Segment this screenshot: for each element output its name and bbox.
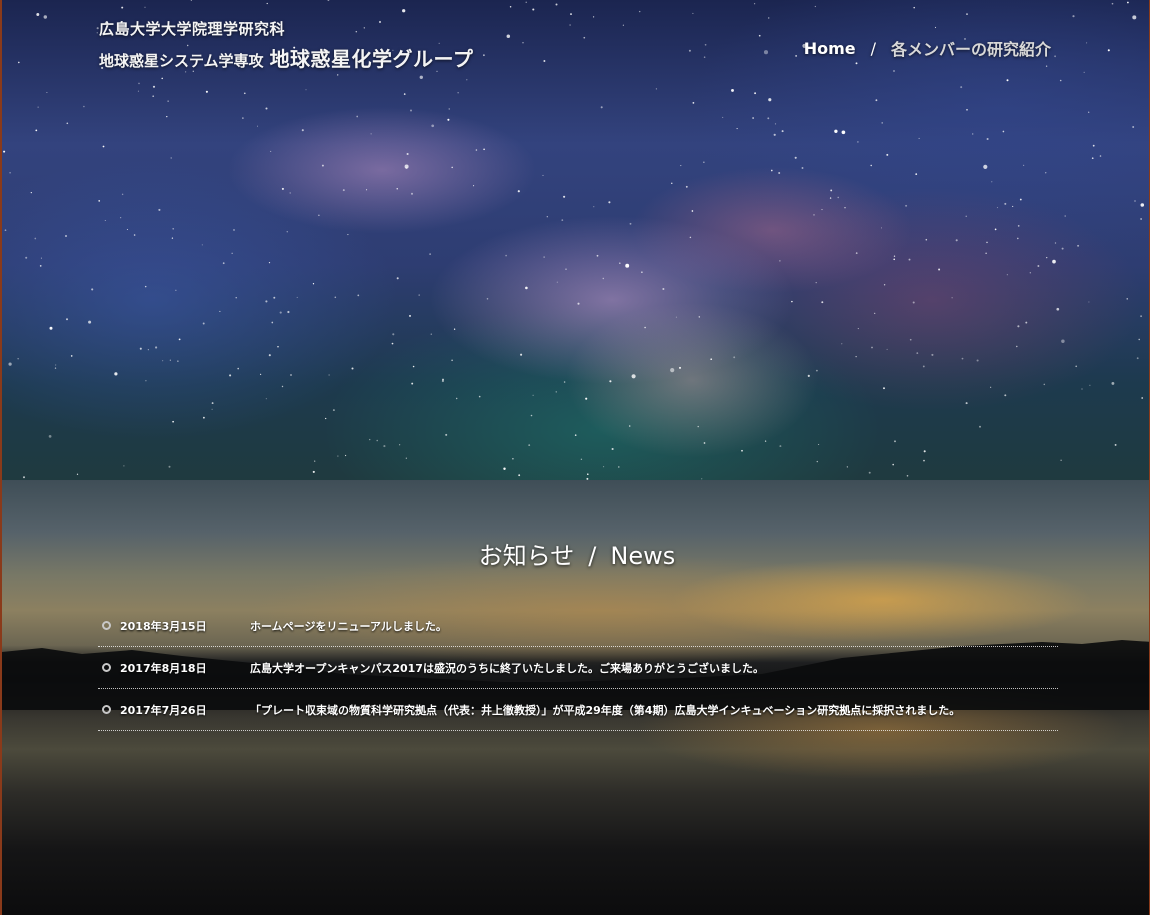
group-name-title: 地球惑星化学グループ — [269, 47, 474, 71]
news-list: 2018年3月15日 ホームページをリニューアルしました。 2017年8月18日… — [98, 605, 1058, 731]
news-text-link[interactable]: 「プレート収束域の物質科学研究拠点（代表：井上徹教授）」が平成29年度（第4期）… — [250, 702, 1058, 718]
stars-layer — [3, 0, 1145, 480]
news-date: 2017年8月18日 — [120, 661, 207, 675]
news-title-en: News — [610, 542, 676, 570]
bullet-circle-icon — [102, 621, 111, 630]
news-section-title: お知らせ / News — [2, 536, 1149, 571]
news-title-ja: お知らせ — [478, 542, 575, 570]
news-date: 2018年3月15日 — [120, 619, 207, 633]
news-item: 2017年8月18日 広島大学オープンキャンパス2017は盛況のうちに終了いたし… — [98, 647, 1058, 689]
page: 広島大学大学院理学研究科 地球惑星システム学専攻 地球惑星化学グループ Home … — [0, 0, 1150, 915]
news-item: 2018年3月15日 ホームページをリニューアルしました。 — [98, 605, 1058, 647]
site-brand[interactable]: 広島大学大学院理学研究科 地球惑星システム学専攻 地球惑星化学グループ — [99, 18, 473, 72]
news-title-separator: / — [588, 542, 597, 570]
university-dept-label: 広島大学大学院理学研究科 — [99, 20, 286, 38]
news-date: 2017年7月26日 — [120, 703, 207, 717]
nav-home-link[interactable]: Home — [804, 39, 856, 58]
news-text-link[interactable]: ホームページをリニューアルしました。 — [250, 618, 1058, 634]
bullet-circle-icon — [102, 663, 111, 672]
bullet-circle-icon — [102, 705, 111, 714]
news-text-link[interactable]: 広島大学オープンキャンパス2017は盛況のうちに終了いたしました。ご来場ありがと… — [250, 660, 1058, 676]
major-label: 地球惑星システム学専攻 — [99, 52, 264, 70]
news-item: 2017年7月26日 「プレート収束域の物質科学研究拠点（代表：井上徹教授）」が… — [98, 689, 1058, 731]
brand-second-line: 地球惑星システム学専攻 地球惑星化学グループ — [99, 48, 473, 72]
nav-members-research-link[interactable]: 各メンバーの研究紹介 — [891, 36, 1051, 60]
nav-separator: / — [870, 38, 876, 58]
top-navigation: Home / 各メンバーの研究紹介 — [804, 36, 1051, 60]
